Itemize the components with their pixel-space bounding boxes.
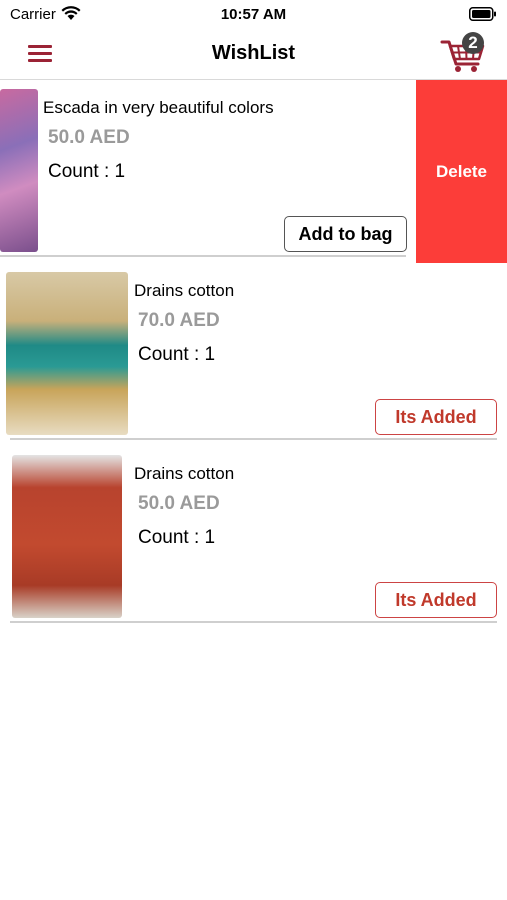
status-time: 10:57 AM [220, 6, 287, 23]
product-name: Drains cotton [134, 281, 235, 300]
cart-button[interactable]: 2 [440, 30, 488, 74]
row-divider [10, 621, 497, 623]
product-image [12, 455, 122, 618]
product-count: Count : 1 [138, 527, 216, 548]
cart-count-badge: 2 [462, 32, 484, 54]
product-price: 50.0 AED [138, 493, 220, 514]
product-image [0, 89, 38, 252]
list-item[interactable]: Escada in very beautiful colors 50.0 AED… [0, 80, 507, 263]
product-name: Drains cotton [134, 464, 235, 483]
its-added-button[interactable]: Its Added [375, 582, 497, 618]
product-price: 50.0 AED [48, 127, 130, 148]
row-divider [10, 438, 497, 440]
delete-button[interactable]: Delete [416, 80, 507, 263]
list-item-content: Escada in very beautiful colors 50.0 AED… [0, 80, 416, 263]
add-to-bag-button[interactable]: Add to bag [284, 216, 407, 252]
product-price: 70.0 AED [138, 310, 220, 331]
product-count: Count : 1 [138, 344, 216, 365]
nav-bar: WishList 2 [0, 28, 507, 80]
its-added-button[interactable]: Its Added [375, 399, 497, 435]
list-item[interactable]: Drains cotton 70.0 AED Count : 1 Its Add… [0, 263, 507, 443]
product-name: Escada in very beautiful colors [43, 98, 274, 117]
status-bar: Carrier 10:57 AM [0, 0, 507, 28]
page-title: WishList [211, 42, 296, 64]
list-item[interactable]: Drains cotton 50.0 AED Count : 1 Its Add… [0, 446, 507, 626]
battery-icon [469, 7, 496, 21]
row-divider [0, 255, 406, 257]
product-image [6, 272, 128, 435]
product-count: Count : 1 [48, 161, 126, 182]
